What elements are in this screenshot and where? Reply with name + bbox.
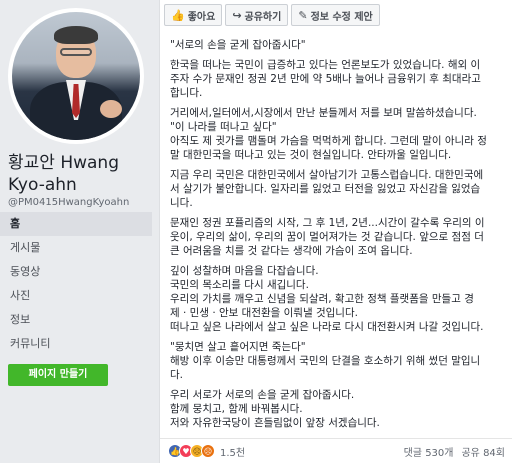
reaction-summary[interactable]: 👍 ♥ ☹ ☹ 1.5천 [168,444,245,459]
nav-item-photos[interactable]: 사진 [0,284,152,308]
post-line: 아직도 제 귓가를 맴돌며 가슴을 먹먹하게 합니다. 그런데 말이 아니라 정 [170,135,487,147]
post-line: 국민의 목소리를 다시 새깁니다. [170,279,309,291]
reaction-count: 1.5천 [220,447,246,459]
post-line: 거리에서,일터에서,시장에서 만난 분들께서 저를 보며 말씀하셨습니다. [170,107,477,119]
post-line: 서 살기가 불안합니다. 일자리를 잃었고 터전을 잃었고 자신감을 잃었습 [170,183,481,195]
share-button[interactable]: ↪ 공유하기 [225,4,289,26]
post-line: 떠나고 싶은 나라에서 살고 싶은 나라로 다시 대전환시켜 나갈 것입니다. [170,321,484,333]
pencil-icon: ✎ [298,8,308,22]
comment-count-link[interactable]: 댓글 530개 [404,444,454,459]
post-line: 큰 어려움을 치를 것 같다는 생각에 가슴이 조여 옵니다. [170,245,413,257]
share-label: 공유하기 [244,11,282,23]
post-line: 합니다. [170,87,203,99]
page-nav: 홈 게시물 동영상 사진 정보 커뮤니티 [0,212,152,356]
post-line: 지금 우리 국민은 대한민국에서 살아남기가 고통스럽습니다. 대한민국에 [170,169,484,181]
post-line: 해방 이후 이승만 대통령께서 국민의 단결을 호소하기 위해 썼던 말입니 [170,355,481,367]
post-paragraph: 한국을 떠나는 국민이 급증하고 있다는 언론보도가 있었습니다. 해외 이 주… [170,58,504,100]
page-handle[interactable]: @PM0415HwangKyoahn [8,197,129,208]
share-icon: ↪ [232,8,242,22]
post-body: "서로의 손을 굳게 잡아줍시다" 한국을 떠나는 국민이 급증하고 있다는 언… [170,38,504,436]
post-paragraph: 거리에서,일터에서,시장에서 만난 분들께서 저를 보며 말씀하셨습니다. "이… [170,106,504,162]
post-paragraph: 깊이 성찰하며 마음을 다잡습니다. 국민의 목소리를 다시 새깁니다. 우리의… [170,264,504,334]
create-page-button[interactable]: 페이지 만들기 [8,364,108,386]
post-line: 깊이 성찰하며 마음을 다잡습니다. [170,265,319,277]
post-line: 제 · 민생 · 안보 대전환을 이뤄낼 것입니다. [170,307,358,319]
post-paragraph: "뭉치면 살고 흩어지면 죽는다" 해방 이후 이승만 대통령께서 국민의 단결… [170,340,504,382]
post-card: 👍 좋아요 ↪ 공유하기 ✎ 정보 수정 제안 "서로의 손을 굳게 잡아줍시다… [159,0,512,463]
post-line: 우리의 가치를 깨우고 신념을 되살려, 확고한 정책 플랫폼을 만들고 경 [170,293,474,305]
post-line: "이 나라를 떠나고 싶다" [170,121,277,133]
post-line: 저와 자유한국당이 흔들림없이 앞장 서겠습니다. [170,417,380,429]
post-line: 우리 서로가 서로의 손을 굳게 잡아줍시다. [170,389,355,401]
avatar[interactable] [12,12,140,140]
post-paragraph: 우리 서로가 서로의 손을 굳게 잡아줍시다. 함께 뭉치고, 함께 바꿔봅시다… [170,388,504,430]
page-action-toolbar: 👍 좋아요 ↪ 공유하기 ✎ 정보 수정 제안 [164,4,380,26]
post-paragraph: 지금 우리 국민은 대한민국에서 살아남기가 고통스럽습니다. 대한민국에 서 … [170,168,504,210]
post-line: "뭉치면 살고 흩어지면 죽는다" [170,341,306,353]
nav-item-about[interactable]: 정보 [0,308,152,332]
profile-sidebar: 황교안 Hwang Kyo-ahn @PM0415HwangKyoahn 홈 게… [0,0,152,463]
page-title[interactable]: 황교안 Hwang Kyo-ahn [8,152,148,196]
nav-item-videos[interactable]: 동영상 [0,260,152,284]
post-line: 니다. [170,197,193,209]
angry-reaction-icon: ☹ [201,444,215,458]
post-line: 함께 뭉치고, 함께 바꿔봅시다. [170,403,303,415]
post-line: 주자 수가 문재인 정권 2년 만에 약 5배나 늘어나 금융위기 후 최대라고 [170,73,481,85]
like-label: 좋아요 [187,11,216,23]
suggest-edit-button[interactable]: ✎ 정보 수정 제안 [291,4,380,26]
engagement-counts: 댓글 530개 공유 84회 [404,444,505,459]
post-line: 다. [170,369,183,381]
post-line: 한국을 떠나는 국민이 급증하고 있다는 언론보도가 있었습니다. 해외 이 [170,59,481,71]
post-line: 문재인 정권 포퓰리즘의 시작, 그 후 1년, 2년...시간이 갈수록 우리… [170,217,485,229]
nav-item-posts[interactable]: 게시물 [0,236,152,260]
suggest-edit-label: 정보 수정 제안 [310,11,373,23]
post-line: 말 대한민국을 떠나고 있는 것이 현실입니다. 안타까울 일입니다. [170,149,452,161]
nav-item-community[interactable]: 커뮤니티 [0,332,152,356]
thumbs-up-icon: 👍 [171,8,185,22]
post-paragraph: 문재인 정권 포퓰리즘의 시작, 그 후 1년, 2년...시간이 갈수록 우리… [170,216,504,258]
post-footer: 👍 ♥ ☹ ☹ 1.5천 댓글 530개 공유 84회 [160,438,512,463]
share-count-link[interactable]: 공유 84회 [461,444,505,459]
post-line: 웃이, 우리의 삶이, 우리의 꿈이 멀어져가는 것 같습니다. 앞으로 점점 … [170,231,484,243]
like-page-button[interactable]: 👍 좋아요 [164,4,223,26]
profile-picture-frame[interactable] [8,8,144,144]
post-line: "서로의 손을 굳게 잡아줍시다" [170,39,306,51]
nav-item-home[interactable]: 홈 [0,212,152,236]
post-paragraph: "서로의 손을 굳게 잡아줍시다" [170,38,504,52]
